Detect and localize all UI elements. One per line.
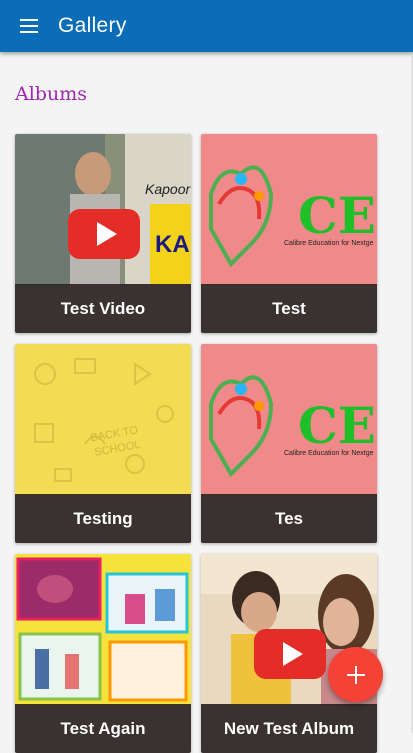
page-title: Gallery bbox=[58, 14, 127, 37]
album-label: Test Again bbox=[15, 704, 191, 753]
youtube-play-icon[interactable] bbox=[68, 209, 140, 259]
album-thumbnail: BACK TO SCHOOL bbox=[15, 344, 191, 495]
album-card-tes[interactable]: CEN Calibre Education for Nextge Tes bbox=[201, 344, 377, 543]
hamburger-menu-icon bbox=[20, 19, 38, 33]
album-label: New Test Album bbox=[201, 704, 377, 753]
album-label: Test Video bbox=[15, 284, 191, 333]
svg-text:KA: KA bbox=[155, 231, 190, 258]
cen-logo-text: CEN bbox=[298, 396, 377, 455]
plus-icon bbox=[346, 665, 365, 684]
youtube-play-icon[interactable] bbox=[254, 629, 326, 679]
album-label: Test bbox=[201, 284, 377, 333]
svg-text:Kapoor: Kapoor bbox=[145, 181, 191, 197]
album-card-testing[interactable]: BACK TO SCHOOL Testing bbox=[15, 344, 191, 543]
album-card-test-video[interactable]: Kapoor KA Test Video bbox=[15, 134, 191, 333]
album-grid: Kapoor KA Test Video CEN Calibre Educati… bbox=[0, 0, 413, 753]
app-bar: Gallery bbox=[0, 0, 413, 52]
add-album-button[interactable] bbox=[328, 647, 383, 702]
menu-button[interactable] bbox=[0, 0, 58, 52]
cen-logo-text: CEN bbox=[298, 186, 377, 245]
album-label: Testing bbox=[15, 494, 191, 543]
album-card-test-again[interactable]: Test Again bbox=[15, 554, 191, 753]
cen-logo-subtext: Calibre Education for Nextge bbox=[284, 240, 374, 247]
cen-logo-subtext: Calibre Education for Nextge bbox=[284, 450, 374, 457]
album-label: Tes bbox=[201, 494, 377, 543]
album-thumbnail bbox=[15, 554, 191, 705]
album-card-test[interactable]: CEN Calibre Education for Nextge Test bbox=[201, 134, 377, 333]
